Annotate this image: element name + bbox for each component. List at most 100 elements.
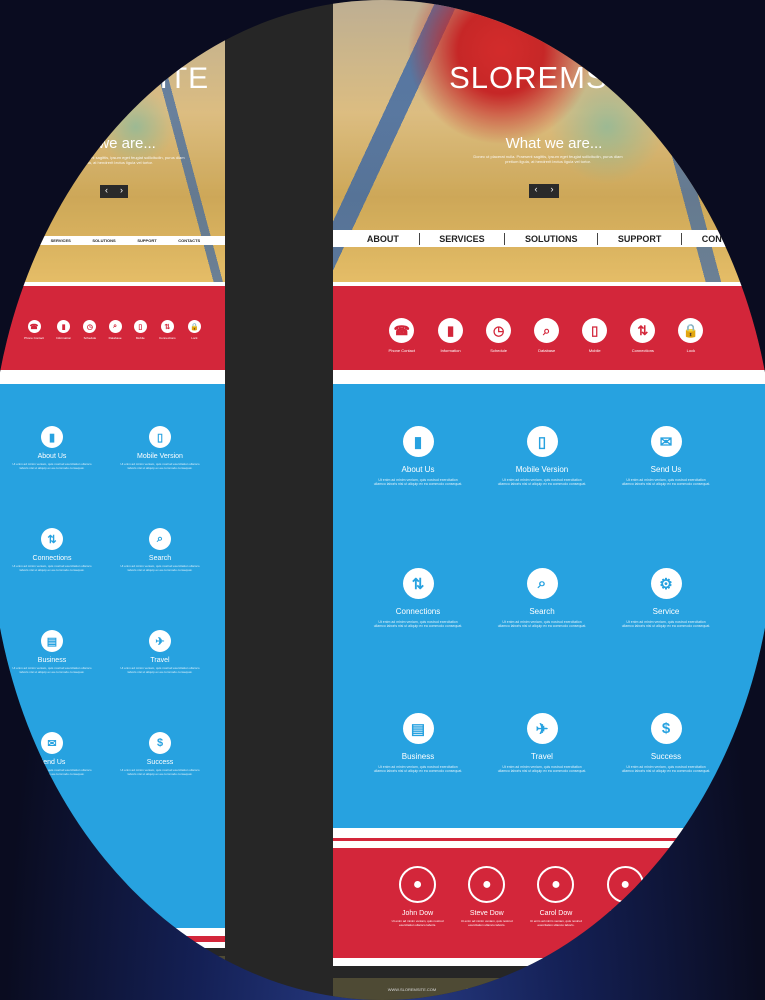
hero-title: What we are... — [59, 135, 156, 152]
footer-link-support[interactable]: SUPPORT — [99, 968, 118, 973]
book-icon: ▮ — [402, 426, 434, 457]
feature-mobile-version[interactable]: ▯ Mobile Version Ut enim ad minim veniam, … — [497, 426, 587, 487]
next-arrow-icon[interactable]: › — [115, 185, 128, 198]
phone-icon[interactable]: ☎ — [389, 318, 415, 343]
team-member[interactable]: ● Paul Dow Ut enim ad minim veniam, quis n… — [594, 866, 656, 928]
user-icon: ● — [537, 866, 575, 903]
search-icon: ⌕ — [149, 528, 171, 550]
feature-travel[interactable]: ✈ Travel Ut enim ad minim veniam, quis nos… — [497, 713, 587, 774]
main-nav: ABOUT SERVICES SOLUTIONS SUPPORT CONTACT… — [333, 230, 765, 247]
nav-contacts[interactable]: CONTACTS — [702, 234, 751, 244]
icon-row: ☎ Phone Contact ▮ Information ◷ Schedule ⌕ D… — [0, 286, 225, 340]
main-nav: ABOUT SERVICES SOLUTIONS SUPPORT CONTACT… — [0, 236, 225, 245]
mobile-icon: ▯ — [149, 426, 171, 448]
feature-business[interactable]: ▤ Business Ut enim ad minim veniam, quis n… — [373, 713, 463, 774]
search-icon[interactable]: ⌕ — [108, 320, 122, 333]
mobile-icon[interactable]: ▯ — [582, 318, 608, 343]
envelope-icon: ✉ — [650, 426, 682, 457]
book-icon: ▮ — [41, 426, 63, 448]
slider-controls: ‹ › — [100, 185, 128, 198]
feature-send-us[interactable]: ✉ Send Us Ut enim ad minim veniam, quis no… — [12, 732, 92, 777]
footer-link-solutions[interactable]: SOLUTIONS — [51, 968, 74, 973]
footer-email-link[interactable]: @SLOREMSITE.COM — [466, 987, 506, 992]
site-logo[interactable]: SLOREMSITE — [0, 62, 225, 96]
book-icon[interactable]: ▮ — [438, 318, 464, 343]
footer: WWW.SLOREMSITE.COM @SLOREMSITE.COM ABOUT… — [333, 978, 765, 1000]
dollar-icon: $ — [650, 713, 682, 744]
prev-arrow-icon[interactable]: ‹ — [529, 184, 543, 198]
site-logo[interactable]: SLOREMSITE — [333, 60, 765, 96]
footer-link-solutions[interactable]: SOLUTIONS — [628, 987, 651, 992]
nav-contacts[interactable]: CONTACTS — [178, 238, 200, 243]
feature-about-us[interactable]: ▮ About Us Ut enim ad minim veniam, quis n… — [373, 426, 463, 487]
footer-link-support[interactable]: SUPPORT — [681, 987, 700, 992]
envelope-icon: ✉ — [41, 732, 63, 754]
team-member[interactable]: ● Tom Dow Ut enim ad minim veniam, quis no… — [663, 866, 725, 928]
connections-icon: ⇅ — [41, 528, 63, 550]
chart-icon: ▤ — [402, 713, 434, 744]
nav-solutions[interactable]: SOLUTIONS — [92, 238, 115, 243]
prev-arrow-icon[interactable]: ‹ — [100, 185, 113, 198]
user-icon: ● — [675, 866, 713, 903]
feature-send-us[interactable]: ✉ Send Us Ut enim ad minim veniam, quis no… — [621, 426, 711, 487]
gear-icon: ⚙ — [650, 568, 682, 599]
feature-about-us[interactable]: ▮ About Us Ut enim ad minim veniam, quis n… — [12, 426, 92, 471]
clock-icon[interactable]: ◷ — [486, 318, 512, 343]
user-icon: ● — [468, 866, 506, 903]
feature-success[interactable]: $ Success Ut enim ad minim veniam, quis no… — [621, 713, 711, 774]
team-member[interactable]: ● John Dow Ut enim ad minim veniam, quis n… — [387, 866, 449, 928]
footer-link-services[interactable]: SERVICES — [579, 987, 599, 992]
plane-icon: ✈ — [526, 713, 558, 744]
hero-section: SLOREMSITE What we are... Donec ut place… — [0, 0, 225, 282]
icon-bar: ☎ Phone Contact ▮ Information ◷ Schedule ⌕ D… — [333, 282, 765, 370]
mockup-stage: SLOREMSITE What we are... Donec ut place… — [0, 0, 765, 1000]
features-section: ▮ About Us Ut enim ad minim veniam, quis n… — [0, 388, 225, 928]
nav-services[interactable]: SERVICES — [51, 238, 71, 243]
nav-about[interactable]: ABOUT — [15, 238, 29, 243]
team-member[interactable]: ● Carol Dow Ut enim ad minim veniam, quis … — [525, 866, 587, 928]
copyright: Copyright 2014 — [173, 983, 201, 988]
lock-icon[interactable]: 🔒 — [678, 318, 704, 343]
team-member[interactable]: ● Steve Dow Ut enim ad minim veniam, quis … — [456, 866, 518, 928]
nav-about[interactable]: ABOUT — [367, 234, 399, 244]
connections-icon[interactable]: ⇅ — [630, 318, 656, 343]
feature-search[interactable]: ⌕ Search Ut enim ad minim veniam, quis nos… — [497, 568, 587, 629]
hero-text: Donec ut placerat nulla. Praesent sagitt… — [35, 155, 185, 165]
footer-site-link[interactable]: WWW.SLOREMSITE.COM — [388, 987, 436, 992]
divider — [333, 370, 765, 388]
phone-icon[interactable]: ☎ — [27, 320, 41, 333]
feature-success[interactable]: $ Success Ut enim ad minim veniam, quis no… — [120, 732, 200, 777]
feature-connections[interactable]: ⇅ Connections Ut enim ad minim veniam, qui… — [12, 528, 92, 573]
chart-icon: ▤ — [41, 630, 63, 652]
mobile-icon[interactable]: ▯ — [133, 320, 147, 333]
nav-solutions[interactable]: SOLUTIONS — [525, 234, 578, 244]
feature-mobile-version[interactable]: ▯ Mobile Version Ut enim ad minim veniam, … — [120, 426, 200, 471]
feature-search[interactable]: ⌕ Search Ut enim ad minim veniam, quis nos… — [120, 528, 200, 573]
icon-row: ☎ Phone Contact ▮ Information ◷ Schedule ⌕ D… — [333, 286, 765, 353]
feature-service[interactable]: ⚙ Service Ut enim ad minim veniam, quis no… — [621, 568, 711, 629]
slider-controls: ‹ › — [529, 184, 559, 198]
nav-support[interactable]: SUPPORT — [618, 234, 662, 244]
footer-link-contacts[interactable]: CONTACTS — [142, 968, 164, 973]
feature-service[interactable]: ⚙ Service Ut enim ad minim veniam, quis no… — [12, 834, 92, 879]
feature-business[interactable]: ▤ Business Ut enim ad minim veniam, quis n… — [12, 630, 92, 675]
feature-connections[interactable]: ⇅ Connections Ut enim ad minim veniam, qui… — [373, 568, 463, 629]
search-icon[interactable]: ⌕ — [534, 318, 560, 343]
hero-text: Donec ut placerat nulla. Praesent sagitt… — [473, 154, 623, 164]
lock-icon[interactable]: 🔒 — [187, 320, 201, 333]
user-icon: ● — [606, 866, 644, 903]
nav-services[interactable]: SERVICES — [439, 234, 484, 244]
footer: SOLUTIONS SUPPORT CONTACTS Copyright 201… — [0, 956, 225, 1000]
nav-support[interactable]: SUPPORT — [137, 238, 156, 243]
gear-icon: ⚙ — [41, 834, 63, 856]
search-icon: ⌕ — [526, 568, 558, 599]
book-icon[interactable]: ▮ — [57, 320, 71, 333]
feature-travel[interactable]: ✈ Travel Ut enim ad minim veniam, quis nos… — [120, 630, 200, 675]
hero-title: What we are... — [505, 135, 603, 152]
hero-section: SLOREMSITE What we are... Donec ut place… — [333, 0, 765, 282]
clock-icon[interactable]: ◷ — [83, 320, 97, 333]
connections-icon[interactable]: ⇅ — [160, 320, 174, 333]
footer-link-about[interactable]: ABOUT — [535, 987, 549, 992]
next-arrow-icon[interactable]: › — [545, 184, 559, 198]
features-section: ▮ About Us Ut enim ad minim veniam, quis n… — [333, 388, 765, 828]
